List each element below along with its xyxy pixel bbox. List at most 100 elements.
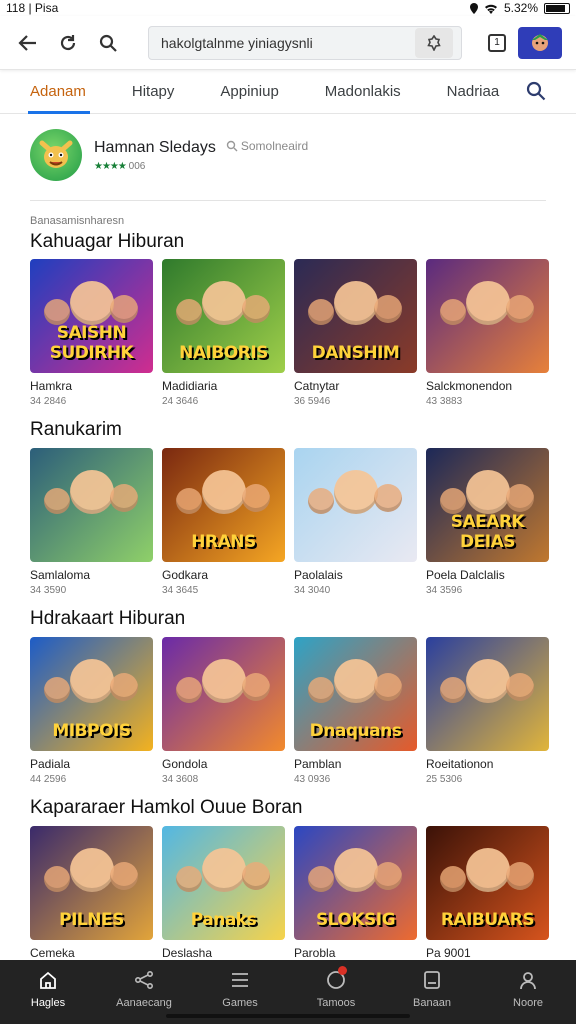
app-meta: 34 3608 [162,774,199,785]
star-rating-icon: ★★★★ [94,160,127,172]
search-icon[interactable] [94,29,122,57]
app-thumbnail[interactable]: SAISHN SUDIRHK [30,259,153,373]
section-title: Kahuagar Hiburan [30,231,185,252]
app-thumbnail[interactable]: SAEARK DEIAS [426,448,549,562]
app-card[interactable]: Dnaquans Pamblan 43 0936 [294,637,417,785]
app-search-hint[interactable]: Somolneaird [226,139,308,153]
character-illustration [374,862,402,890]
nav-item-banaan[interactable]: Banaan [387,968,477,1009]
app-name[interactable]: Salckmonendon [426,379,549,393]
tab-switcher-button[interactable]: 1 [488,33,506,52]
app-card[interactable]: SLOKSIG Parobla [294,826,417,960]
character-illustration [506,862,534,890]
app-name[interactable]: Cemeka [30,946,153,960]
character-illustration [110,484,138,512]
tab-madonlakis[interactable]: Madonlakis [325,70,401,114]
app-thumbnail[interactable]: MIBPOIS [30,637,153,751]
character-illustration [506,295,534,323]
app-name[interactable]: Parobla [294,946,417,960]
app-meta: 34 3645 [162,585,199,596]
nav-item-profile[interactable]: Noore [483,968,573,1009]
app-name[interactable]: Gondola [162,757,285,771]
nav-item-games[interactable]: Games [195,968,285,1009]
category-tabs: Adanam Hitapy Appiniup Madonlakis Nadria… [0,70,576,114]
tab-adanam[interactable]: Adanam [28,70,90,114]
wifi-icon [484,4,497,14]
app-meta: 34 3596 [426,585,463,596]
app-card[interactable]: SAEARK DEIAS Poela Dalclalis 34 3596 [426,448,549,596]
app-name[interactable]: Poela Dalclalis [426,568,549,582]
app-thumbnail[interactable]: RAIBUARS [426,826,549,940]
app-thumbnail[interactable] [426,637,549,751]
app-card[interactable]: HRANS Godkara 34 3645 [162,448,285,596]
app-thumbnail[interactable]: NAIBORIS [162,259,285,373]
app-name[interactable]: Catnytar [294,379,417,393]
app-name[interactable]: Samlaloma [30,568,153,582]
app-meta: 44 2596 [30,774,67,785]
app-card[interactable]: Samlaloma 34 3590 [30,448,153,596]
app-thumbnail[interactable]: Panaks [162,826,285,940]
app-thumbnail[interactable] [30,448,153,562]
app-logo[interactable] [30,129,82,181]
app-name[interactable]: Godkara [162,568,285,582]
tab-appiniup[interactable]: Appiniup [220,70,278,114]
app-name[interactable]: Madidiaria [162,379,285,393]
character-illustration [466,470,510,514]
app-name[interactable]: Padiala [30,757,153,771]
app-card[interactable]: Gondola 34 3608 [162,637,285,785]
app-card[interactable]: MIBPOIS Padiala 44 2596 [30,637,153,785]
app-thumbnail[interactable] [294,448,417,562]
mascot-icon [39,140,73,168]
app-card[interactable]: Panaks Deslasha [162,826,285,960]
nav-item-home[interactable]: Hagles [3,968,93,1009]
nav-item-share[interactable]: Aanaecang [99,968,189,1009]
tab-nadriaa[interactable]: Nadriaa [447,70,500,114]
back-icon[interactable] [14,29,42,57]
app-thumbnail[interactable] [162,637,285,751]
character-illustration [176,677,202,703]
app-name[interactable]: Pamblan [294,757,417,771]
rating-count: 006 [128,160,146,172]
section-title: Hdrakaart Hiburan [30,608,186,629]
character-illustration [242,484,270,512]
app-card[interactable]: SAISHN SUDIRHK Hamkra 34 2846 [30,259,153,407]
site-settings-icon[interactable] [415,27,453,58]
app-card[interactable]: PILNES Cemeka [30,826,153,960]
app-card[interactable]: RAIBUARS Pa 9001 [426,826,549,960]
character-illustration [334,470,378,514]
share-icon [131,968,157,992]
nav-item-tamoos[interactable]: Tamoos [291,966,381,1009]
app-thumbnail[interactable]: SLOKSIG [294,826,417,940]
character-illustration [334,848,378,892]
app-card[interactable]: Salckmonendon 43 3883 [426,259,549,407]
app-name[interactable]: Hamkra [30,379,153,393]
app-rating: ★★★★ 006 [94,161,308,172]
app-name[interactable]: Pa 9001 [426,946,549,960]
app-name[interactable]: Roeitationon [426,757,549,771]
reload-icon[interactable] [54,29,82,57]
app-name[interactable]: Hamnan Sledays [94,139,216,157]
character-illustration [374,295,402,323]
app-thumbnail[interactable]: HRANS [162,448,285,562]
tab-search-icon[interactable] [526,81,546,106]
character-illustration [176,488,202,514]
app-thumbnail[interactable]: DANSHIM [294,259,417,373]
nav-label: Games [222,997,258,1009]
app-card[interactable]: Roeitationon 25 5306 [426,637,549,785]
app-card[interactable]: Paolalais 34 3040 [294,448,417,596]
thumbnail-title-art: Panaks [190,910,257,930]
url-bar[interactable]: hakolgtalnme yiniagysnli [148,25,462,60]
app-thumbnail[interactable] [426,259,549,373]
character-illustration [308,299,334,325]
app-card[interactable]: NAIBORIS Madidiaria 24 3646 [162,259,285,407]
app-meta: 43 0936 [294,774,331,785]
app-name[interactable]: Paolalais [294,568,417,582]
app-thumbnail[interactable]: Dnaquans [294,637,417,751]
app-thumbnail[interactable]: PILNES [30,826,153,940]
app-card[interactable]: DANSHIM Catnytar 36 5946 [294,259,417,407]
character-illustration [202,659,246,703]
app-name[interactable]: Deslasha [162,946,285,960]
character-illustration [374,673,402,701]
profile-avatar[interactable] [518,26,562,59]
tab-hitapy[interactable]: Hitapy [132,70,175,114]
